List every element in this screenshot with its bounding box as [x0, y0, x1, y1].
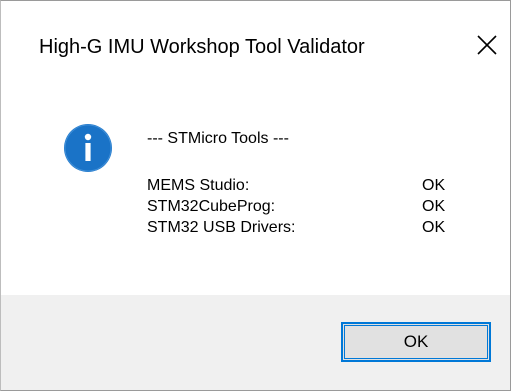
status-row-stm32cubeprog: STM32CubeProg: OK — [147, 196, 477, 217]
ok-button[interactable]: OK — [341, 322, 491, 362]
status-label: STM32CubeProg: — [147, 198, 276, 215]
status-label: STM32 USB Drivers: — [147, 219, 296, 236]
status-value: OK — [422, 198, 446, 215]
message-heading: --- STMicro Tools --- — [147, 130, 289, 147]
status-list: MEMS Studio: OK STM32CubeProg: OK STM32 … — [147, 175, 477, 238]
message-dialog: High-G IMU Workshop Tool Validator --- S… — [0, 0, 511, 391]
status-value: OK — [422, 219, 446, 236]
close-icon — [477, 35, 497, 55]
title-bar: High-G IMU Workshop Tool Validator — [1, 1, 510, 93]
button-bar: OK — [1, 295, 510, 390]
message-text: --- STMicro Tools --- MEMS Studio: OK ST… — [147, 127, 477, 238]
status-label: MEMS Studio: — [147, 177, 250, 194]
status-row-stm32-usb-drivers: STM32 USB Drivers: OK — [147, 217, 477, 238]
window-title: High-G IMU Workshop Tool Validator — [39, 36, 365, 58]
message-area: --- STMicro Tools --- MEMS Studio: OK ST… — [1, 93, 510, 293]
status-row-mems-studio: MEMS Studio: OK — [147, 175, 477, 196]
information-icon — [63, 123, 113, 173]
close-button[interactable] — [467, 25, 507, 65]
status-value: OK — [422, 177, 446, 194]
